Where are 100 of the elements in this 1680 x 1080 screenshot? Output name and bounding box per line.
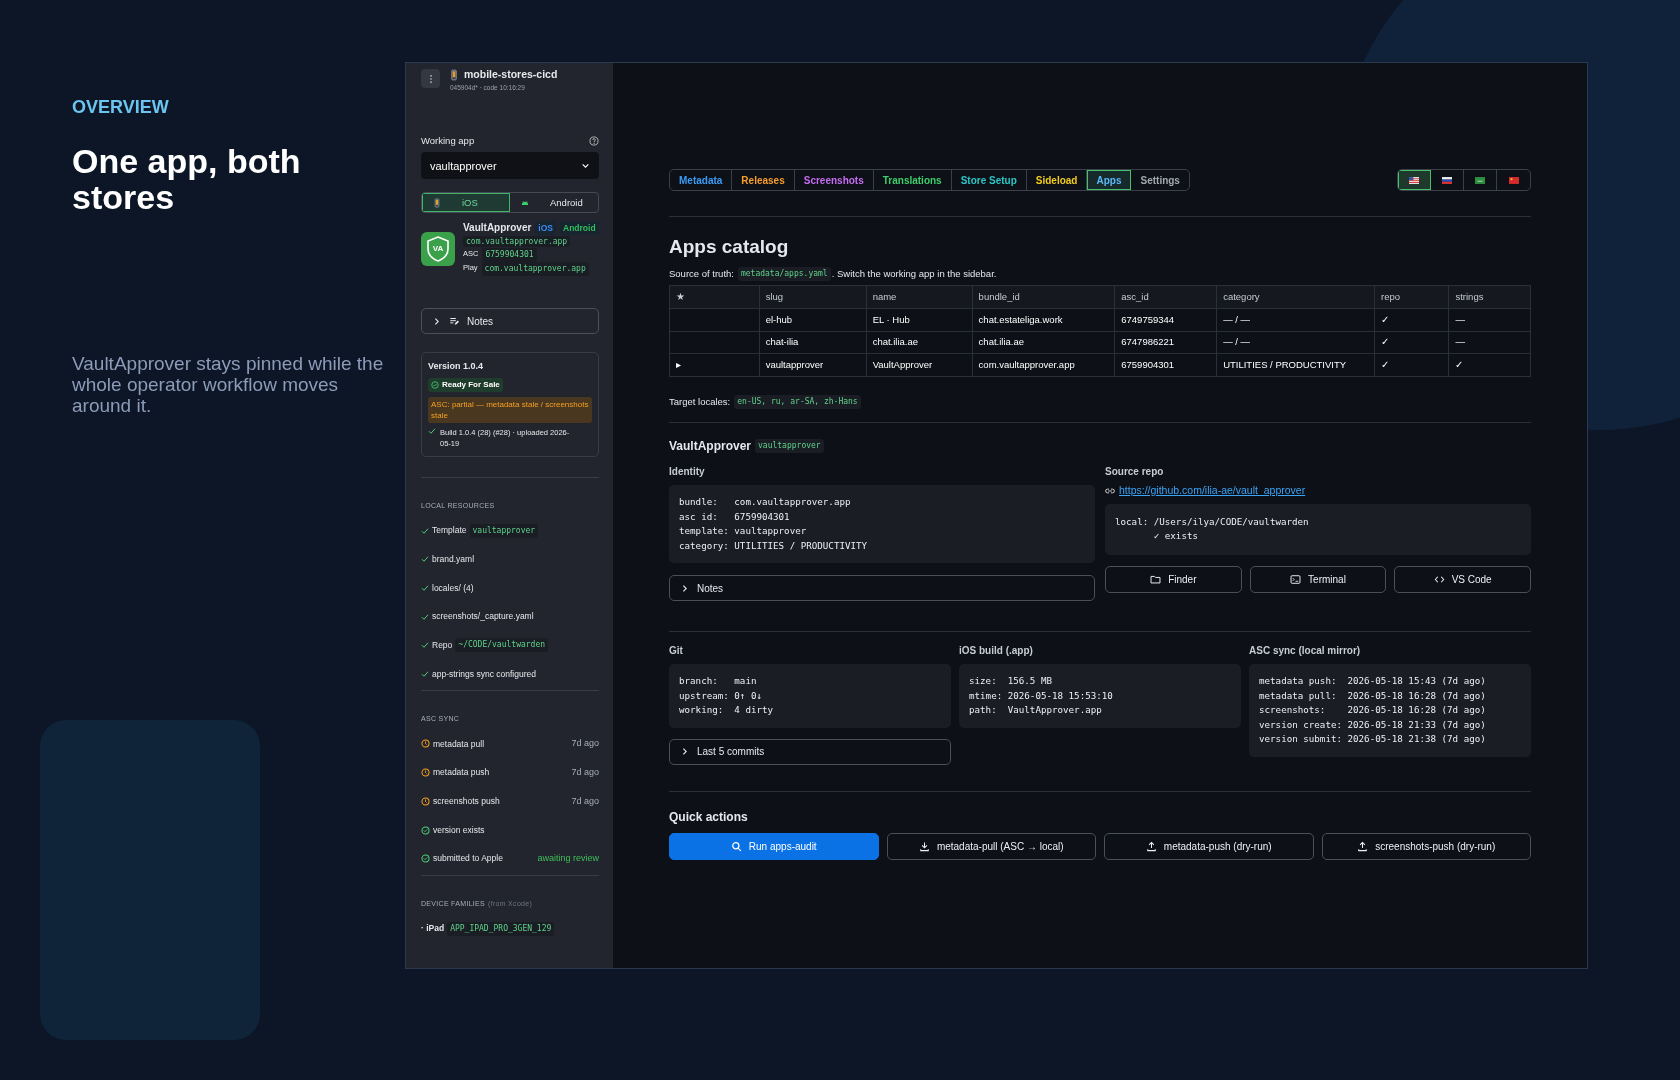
code-line: version submit: 2026-05-18 21:38 (7d ago) bbox=[1259, 732, 1487, 746]
action-button[interactable]: VS Code bbox=[1394, 565, 1531, 593]
field-label: Source repo bbox=[1105, 465, 1165, 479]
code-line: screenshots: 2026-05-18 16:28 (7d ago) bbox=[1259, 703, 1487, 717]
device-label: · iPad bbox=[421, 922, 445, 936]
app-select[interactable]: vaultapprover bbox=[421, 152, 599, 180]
disclosure-row[interactable]: Last 5 commits bbox=[669, 738, 951, 765]
folder-icon bbox=[1150, 573, 1162, 585]
check-icon bbox=[421, 555, 429, 564]
action-button[interactable]: Finder bbox=[1105, 565, 1242, 593]
nav-tab[interactable]: Store Setup bbox=[951, 170, 1027, 190]
eyebrow-label: OVERVIEW bbox=[72, 96, 169, 119]
column-header: ★ bbox=[669, 285, 760, 309]
code-line: local: /Users/ilya/CODE/vaultwarden bbox=[1115, 514, 1310, 529]
project-title: mobile-stores-cicd bbox=[464, 67, 558, 82]
menu-button[interactable] bbox=[421, 69, 440, 88]
code-line: working: 4 dirty bbox=[679, 703, 775, 717]
disclosure-row[interactable]: Notes bbox=[669, 575, 1095, 601]
table-cell: chat.estateliga.work bbox=[972, 308, 1115, 332]
chevron-icon bbox=[432, 316, 441, 326]
table-cell: ✓ bbox=[1374, 308, 1449, 332]
action-button[interactable]: metadata-push (dry-run) bbox=[1104, 832, 1314, 860]
sync-time: 7d ago bbox=[571, 794, 599, 808]
check-icon bbox=[421, 641, 429, 650]
platform-badge: iOS bbox=[535, 221, 556, 236]
version-title: Version 1.0.4 bbox=[428, 360, 485, 374]
nav-tab[interactable]: Apps bbox=[1087, 170, 1132, 190]
download-icon bbox=[918, 840, 930, 852]
asc-id-code: 6759904301 bbox=[482, 248, 537, 263]
table-cell: 6759904301 bbox=[1114, 353, 1217, 377]
action-button[interactable]: metadata-pull (ASC → local) bbox=[886, 832, 1096, 860]
code-line: size: 156.5 MB bbox=[969, 674, 1053, 688]
code-line: asc id: 6759904301 bbox=[679, 509, 791, 524]
sync-time: 7d ago bbox=[571, 737, 599, 751]
slug-code: vaultapprover bbox=[755, 439, 824, 453]
resource-label: screenshots/_capture.yaml bbox=[432, 610, 534, 624]
sync-time: 7d ago bbox=[571, 765, 599, 779]
code-line: version create: 2026-05-18 21:33 (7d ago) bbox=[1259, 717, 1487, 732]
play-id-code: com.vaultapprover.app bbox=[481, 262, 589, 277]
flag-icon bbox=[1475, 176, 1485, 184]
sync-label: version exists bbox=[433, 823, 485, 837]
table-cell: EL · Hub bbox=[866, 308, 973, 332]
clock-icon bbox=[421, 768, 430, 778]
table-cell: chat.ilia.ae bbox=[972, 331, 1115, 354]
check-circle-icon bbox=[431, 380, 439, 389]
platform-tab[interactable]: Android bbox=[510, 193, 598, 213]
panel-title: iOS build (.app) bbox=[959, 644, 1034, 658]
platform-tab[interactable]: iOS bbox=[422, 193, 510, 213]
locales-label: Target locales: bbox=[669, 394, 731, 409]
app-name: VaultApprover bbox=[669, 438, 752, 455]
table-cell: ✓ bbox=[1448, 353, 1531, 377]
upload-icon bbox=[1145, 840, 1157, 852]
flag-icon bbox=[1442, 176, 1452, 184]
column-header: repo bbox=[1374, 285, 1449, 309]
action-button[interactable]: Run apps-audit bbox=[669, 832, 879, 860]
table-cell: vaultapprover bbox=[759, 353, 867, 377]
code-line: metadata push: 2026-05-18 15:43 (7d ago) bbox=[1259, 674, 1487, 688]
nav-tab[interactable]: Screenshots bbox=[794, 170, 874, 190]
field-label: Working app bbox=[421, 134, 475, 148]
column-header: strings bbox=[1448, 285, 1531, 309]
help-icon bbox=[589, 136, 599, 147]
field-label: Identity bbox=[669, 465, 706, 479]
section-title: Quick actions bbox=[669, 808, 749, 826]
nav-tab[interactable]: Settings bbox=[1131, 170, 1189, 190]
resource-label: locales/ (4) bbox=[432, 581, 474, 595]
clock-icon bbox=[421, 739, 430, 749]
sync-time: awaiting review bbox=[537, 851, 599, 865]
action-button[interactable]: screenshots-push (dry-run) bbox=[1321, 832, 1531, 860]
terminal-icon bbox=[1290, 573, 1302, 585]
phone-icon bbox=[432, 197, 442, 208]
table-cell: chat-ilia bbox=[759, 331, 867, 354]
column-header: slug bbox=[759, 285, 867, 309]
repo-link[interactable]: https://github.com/ilia-ae/vault_approver bbox=[1119, 483, 1306, 499]
promo-text: VaultApprover stays pinned while the whole operator workflow moves around it. bbox=[72, 353, 385, 416]
resource-label: Repo bbox=[432, 638, 453, 652]
nav-tab[interactable]: Releases bbox=[732, 170, 795, 190]
code-line: upstream: 0↑ 0↓ bbox=[679, 688, 763, 703]
file-path-code: metadata/apps.yaml bbox=[737, 266, 831, 281]
chevron-down-icon bbox=[581, 161, 590, 171]
sync-label: screenshots push bbox=[433, 794, 500, 808]
warning-note: ASC: partial — metadata stale / screenshots stale bbox=[428, 397, 592, 423]
sync-label: submitted to Apple bbox=[433, 852, 503, 866]
code-line: path: VaultApprover.app bbox=[969, 703, 1103, 717]
column-header: category bbox=[1216, 285, 1375, 309]
check-circle-icon bbox=[421, 854, 430, 864]
sync-label: metadata pull bbox=[433, 737, 485, 751]
app-icon: VA bbox=[421, 232, 455, 267]
nav-tab[interactable]: Metadata bbox=[670, 170, 733, 190]
code-line: mtime: 2026-05-18 15:53:10 bbox=[969, 688, 1114, 703]
action-button[interactable]: Terminal bbox=[1249, 565, 1387, 593]
code-line: ✓ exists bbox=[1152, 529, 1199, 544]
disclosure-row[interactable]: Notes bbox=[421, 308, 599, 335]
search-icon bbox=[730, 840, 742, 852]
column-header: name bbox=[866, 285, 973, 309]
device-code: APP_IPAD_PRO_3GEN_129 bbox=[447, 921, 555, 936]
locale-button[interactable] bbox=[1398, 170, 1431, 190]
panel-title: Git bbox=[669, 644, 684, 658]
resource-label: Template bbox=[432, 524, 467, 537]
nav-tab[interactable]: Translations bbox=[873, 170, 952, 190]
table-cell: 6747986221 bbox=[1114, 331, 1217, 354]
